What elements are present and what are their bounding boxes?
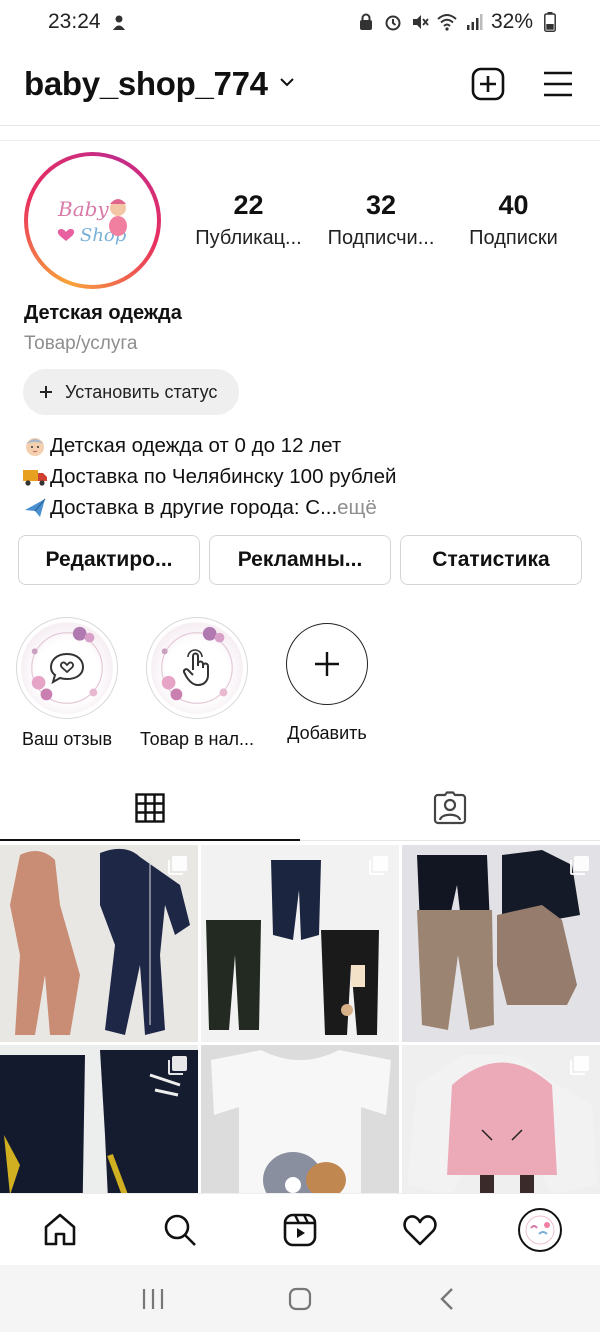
menu-button[interactable] [540,66,576,102]
highlight-label: Товар в нал... [139,729,254,749]
plus-square-icon [471,67,505,101]
reels-icon [283,1213,317,1246]
system-navigation [0,1265,600,1332]
nav-home-button[interactable] [30,1200,90,1260]
baby-emoji-icon [22,433,48,459]
header-divider [0,125,600,126]
stat-posts-value: 22 [233,190,264,220]
tagged-person-icon [433,790,467,824]
stat-following-value: 40 [498,190,529,220]
account-switcher[interactable]: baby_shop_774 [24,65,296,103]
set-status-button[interactable]: Установить статус [23,369,240,415]
recent-apps-icon [143,1288,164,1309]
stat-followers[interactable]: 32 Подписчи... [319,190,444,250]
battery-percent: 32% [490,10,533,33]
bio-line-1: Детская одежда от 0 до 12 лет [50,434,342,457]
chevron-down-icon [278,75,296,93]
header-divider-2 [0,140,600,141]
chat-heart-icon [49,652,85,685]
plus-icon [40,386,52,398]
bio-more-link[interactable]: ещё [337,492,377,523]
status-bar: 23:24 32% [0,0,600,44]
highlight-label: Ваш отзыв [21,729,113,749]
bio-line-2: Доставка по Челябинску 100 рублей [50,465,397,488]
multiple-photos-icon [168,856,187,875]
stat-following[interactable]: 40 Подписки [451,190,576,250]
bio-line: Доставка в другие города: С... ещё [22,492,582,523]
profile-tabs [0,775,600,841]
post-tile[interactable] [201,1045,399,1193]
add-highlight-button[interactable]: Добавить [276,617,378,750]
airplane-emoji-icon [22,495,48,521]
svg-text:Baby: Baby [57,197,109,221]
hand-tap-icon [182,649,209,687]
tshirt-photo [211,1050,391,1193]
story-highlights: Ваш отзыв Товар в нал... Добавить [16,617,378,750]
posts-grid [0,845,600,1193]
stat-followers-label: Подписчи... [327,227,435,249]
create-post-button[interactable] [470,66,506,102]
bio-line: Доставка по Челябинску 100 рублей [22,461,582,492]
stat-followers-value: 32 [365,190,397,220]
home-system-button[interactable] [270,1274,330,1324]
username: baby_shop_774 [24,65,268,102]
insights-button[interactable]: Статистика [400,535,582,585]
highlight-reviews[interactable]: Ваш отзыв [16,617,118,750]
stat-posts-label: Публикац... [195,227,302,249]
truck-emoji-icon [22,464,48,490]
highlight-in-stock[interactable]: Товар в нал... [140,617,254,750]
plus-icon [315,652,339,676]
heart-icon [403,1214,437,1245]
avatar [522,1211,558,1248]
alarm-icon [383,12,403,32]
post-tile[interactable] [0,1045,198,1193]
nav-search-button[interactable] [150,1200,210,1260]
tab-tagged[interactable] [300,775,600,840]
mute-icon [410,12,430,32]
bio-line: Детская одежда от 0 до 12 лет [22,430,582,461]
bio-line-3: Доставка в другие города: С... [50,496,338,519]
multiple-photos-icon [369,856,388,875]
bottom-navigation [0,1193,600,1265]
home-icon [44,1213,76,1245]
signal-icon [464,12,484,32]
stat-following-label: Подписки [469,227,558,249]
battery-icon [540,12,560,32]
profile-avatar[interactable]: Baby Shop [24,152,161,289]
profile-category: Товар/услуга [24,333,138,354]
multiple-photos-icon [570,856,589,875]
notification-icon [109,12,129,32]
nav-reels-button[interactable] [270,1200,330,1260]
recent-apps-button[interactable] [123,1274,183,1324]
status-time: 23:24 [48,10,101,33]
back-chevron-icon [439,1287,453,1310]
nav-profile-button[interactable] [510,1200,570,1260]
home-square-icon [288,1287,312,1310]
profile-actions: Редактиро... Рекламны... Статистика [18,535,582,585]
post-tile[interactable] [402,1045,600,1193]
multiple-photos-icon [570,1056,589,1075]
tab-grid[interactable] [0,775,300,841]
search-icon [164,1214,196,1246]
post-tile[interactable] [402,845,600,1042]
ad-tools-button[interactable]: Рекламны... [209,535,391,585]
profile-name: Детская одежда [24,302,182,324]
set-status-label: Установить статус [65,381,218,402]
post-tile[interactable] [201,845,399,1042]
stat-posts[interactable]: 22 Публикац... [186,190,311,250]
wifi-icon [437,12,457,32]
nav-activity-button[interactable] [390,1200,450,1260]
profile-stats: 22 Публикац... 32 Подписчи... 40 Подписк… [186,190,576,250]
multiple-photos-icon [168,1056,187,1075]
lock-icon [356,12,376,32]
hamburger-icon [544,71,572,97]
grid-icon [135,792,165,823]
profile-bio: Детская одежда от 0 до 12 лет Доставка п… [22,430,582,523]
back-button[interactable] [417,1274,477,1324]
baby-shop-logo: Baby Shop [33,161,152,280]
post-tile[interactable] [0,845,198,1042]
edit-profile-button[interactable]: Редактиро... [18,535,200,585]
highlight-label: Добавить [287,723,367,743]
profile-header: baby_shop_774 [24,56,576,112]
